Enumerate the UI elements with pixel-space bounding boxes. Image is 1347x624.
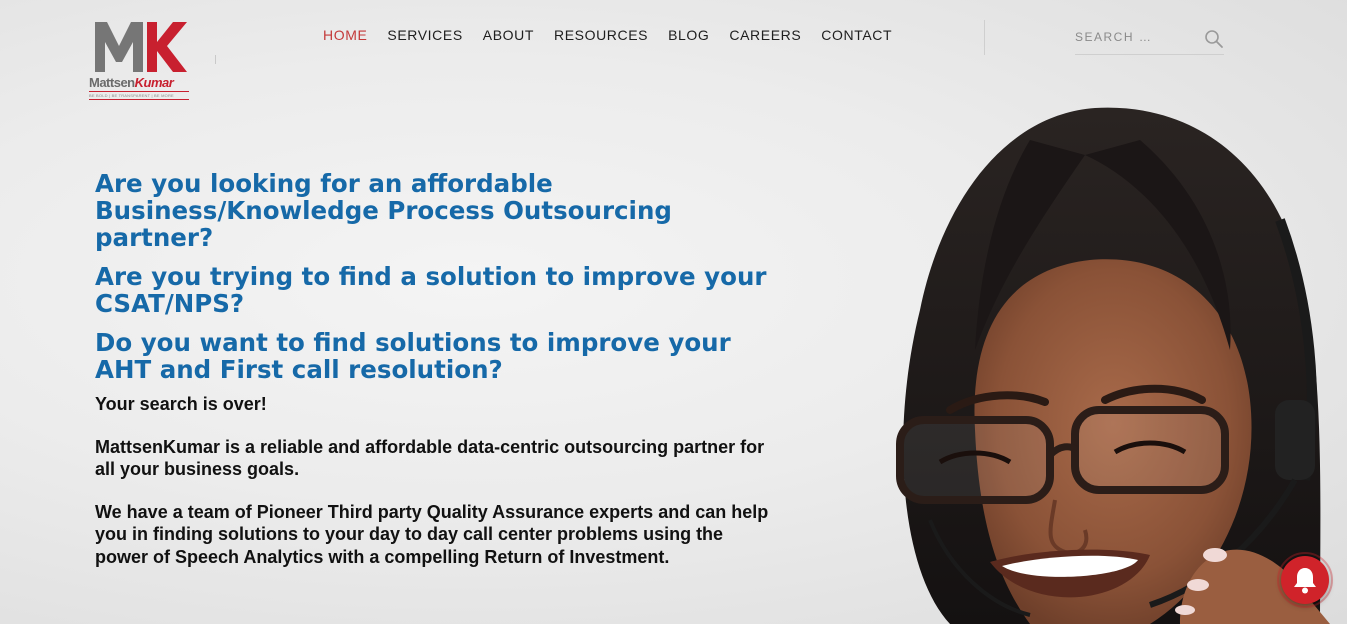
hero-heading-aht: Do you want to find solutions to improve… [95,328,731,384]
nav-blog[interactable]: BLOG [668,27,709,43]
main-nav: HOME SERVICES ABOUT RESOURCES BLOG CAREE… [323,27,912,43]
brand-name: MattsenKumar [89,75,174,90]
brand-tagline: BE BOLD | BE TRANSPARENT | BE MORE [89,91,189,100]
nav-careers[interactable]: CAREERS [729,27,801,43]
nav-contact[interactable]: CONTACT [821,27,892,43]
nav-resources[interactable]: RESOURCES [554,27,648,43]
hero-search-over: Your search is over! [95,394,267,414]
notification-bell-button[interactable] [1281,556,1329,604]
search-box [1075,25,1224,55]
search-input[interactable] [1075,25,1195,49]
nav-divider [984,20,985,55]
search-icon[interactable] [1204,29,1224,49]
logo-divider [215,55,216,64]
hero-intro-paragraph: MattsenKumar is a reliable and affordabl… [95,436,765,480]
hero-qa-paragraph: We have a team of Pioneer Third party Qu… [95,501,769,567]
hero-section: Are you looking for an affordable Busine… [95,170,775,588]
nav-home[interactable]: HOME [323,27,367,43]
site-logo[interactable]: MattsenKumar BE BOLD | BE TRANSPARENT | … [89,18,193,104]
hero-heading-csat: Are you trying to find a solution to imp… [95,262,767,318]
nav-about[interactable]: ABOUT [483,27,534,43]
hero-photo-woman-headset [896,107,1330,624]
bell-icon [1294,568,1316,594]
hero-heading-bpo: Are you looking for an affordable Busine… [95,169,672,252]
mk-monogram-icon [95,22,187,72]
nav-services[interactable]: SERVICES [387,27,462,43]
